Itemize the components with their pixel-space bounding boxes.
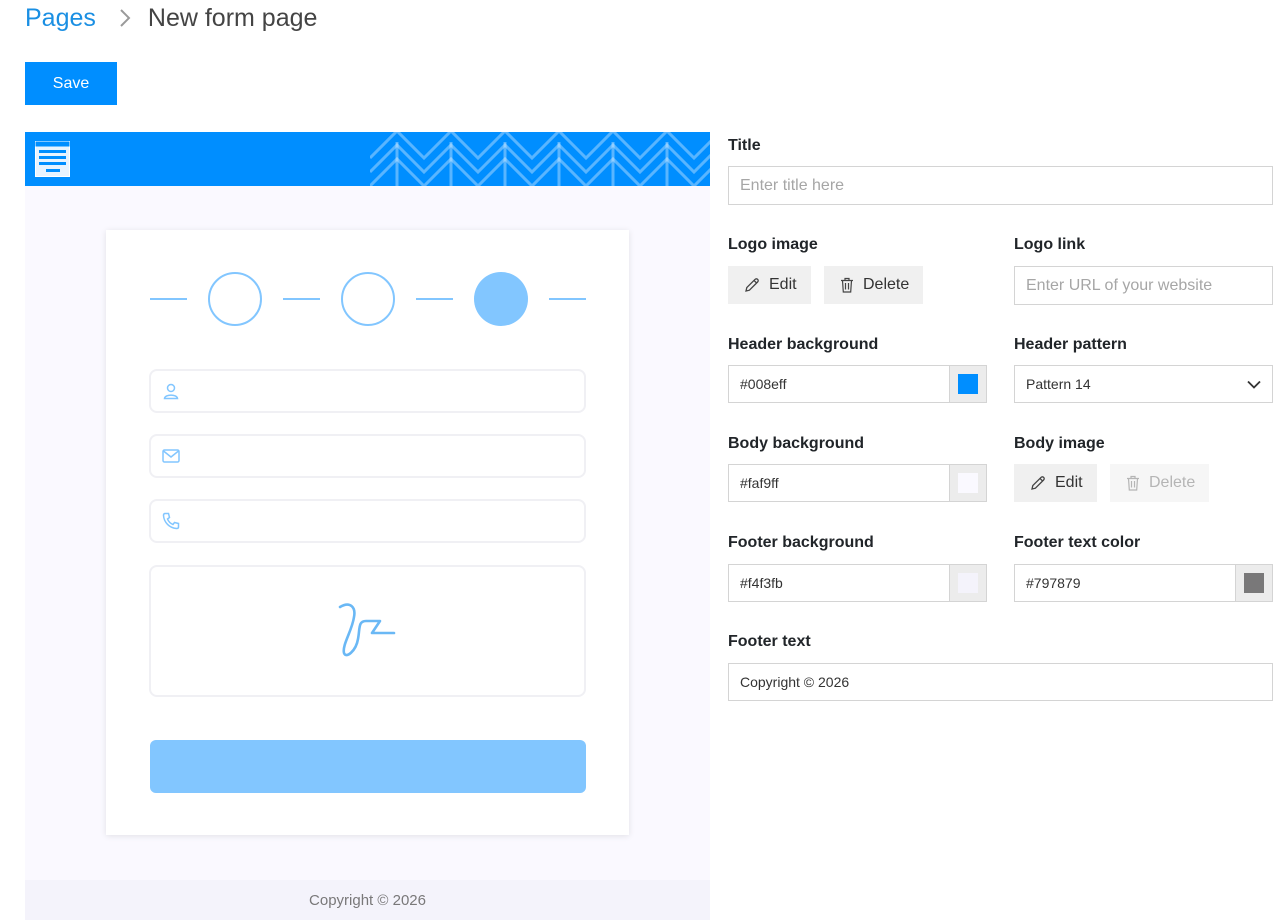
footer-text-color-swatch-button[interactable] [1235,565,1272,601]
step-indicator [150,272,586,326]
signature-field-preview [149,565,586,697]
logo-edit-label: Edit [769,276,797,293]
body-image-edit-label: Edit [1055,474,1083,491]
footer-text-color-value: #797879 [1026,575,1081,591]
footer-background-input[interactable]: #f4f3fb [728,564,987,602]
header-pattern-value: Pattern 14 [1026,376,1091,392]
form-preview: Copyright © 2026 [25,132,710,920]
logo-link-input[interactable] [1014,266,1273,305]
footer-background-label: Footer background [728,534,874,551]
color-swatch [958,473,978,493]
signature-icon [338,603,396,657]
trash-icon [1127,475,1139,491]
user-icon [162,382,180,405]
email-field-preview [149,434,586,478]
header-pattern-graphic [370,132,710,186]
pencil-icon [1031,476,1045,490]
phone-field-preview [149,499,586,543]
phone-icon [162,512,180,535]
header-background-input[interactable]: #008eff [728,365,987,403]
pencil-icon [745,278,759,292]
footer-text-label: Footer text [728,633,811,650]
logo-image-label: Logo image [728,236,818,253]
logo-delete-label: Delete [863,276,910,293]
form-logo-icon [35,141,70,177]
breadcrumb-pages-link[interactable]: Pages [25,4,96,33]
form-card [106,230,629,835]
color-swatch [958,573,978,593]
footer-text-color-input[interactable]: #797879 [1014,564,1273,602]
save-button[interactable]: Save [25,62,117,105]
chevron-down-icon [1247,380,1261,389]
body-image-edit-button[interactable]: Edit [1014,464,1097,502]
title-input[interactable] [728,166,1273,205]
header-pattern-select[interactable]: Pattern 14 [1014,365,1273,403]
breadcrumb: Pages New form page [25,2,317,34]
header-pattern-label: Header pattern [1014,336,1127,353]
body-background-input[interactable]: #faf9ff [728,464,987,502]
logo-delete-button[interactable]: Delete [824,266,924,304]
preview-footer: Copyright © 2026 [25,880,710,920]
title-label: Title [728,137,761,154]
submit-button-preview [150,740,586,793]
body-background-swatch-button[interactable] [949,465,986,501]
color-swatch [1244,573,1264,593]
header-background-label: Header background [728,336,879,353]
footer-background-value: #f4f3fb [740,575,783,591]
name-field-preview [149,369,586,413]
body-image-delete-button[interactable]: Delete [1110,464,1210,502]
preview-header [25,132,710,186]
logo-link-label: Logo link [1014,236,1086,253]
body-image-label: Body image [1014,435,1105,452]
header-background-value: #008eff [740,376,787,392]
footer-background-swatch-button[interactable] [949,565,986,601]
logo-edit-button[interactable]: Edit [728,266,811,304]
mail-icon [162,447,180,470]
header-background-swatch-button[interactable] [949,366,986,402]
footer-text-color-label: Footer text color [1014,534,1141,551]
color-swatch [958,374,978,394]
footer-text-input[interactable] [728,663,1273,701]
body-background-value: #faf9ff [740,475,779,491]
chevron-right-icon [118,7,132,29]
page-title: New form page [147,3,318,32]
body-background-label: Body background [728,435,865,452]
body-image-delete-label: Delete [1149,474,1196,491]
trash-icon [841,277,853,293]
